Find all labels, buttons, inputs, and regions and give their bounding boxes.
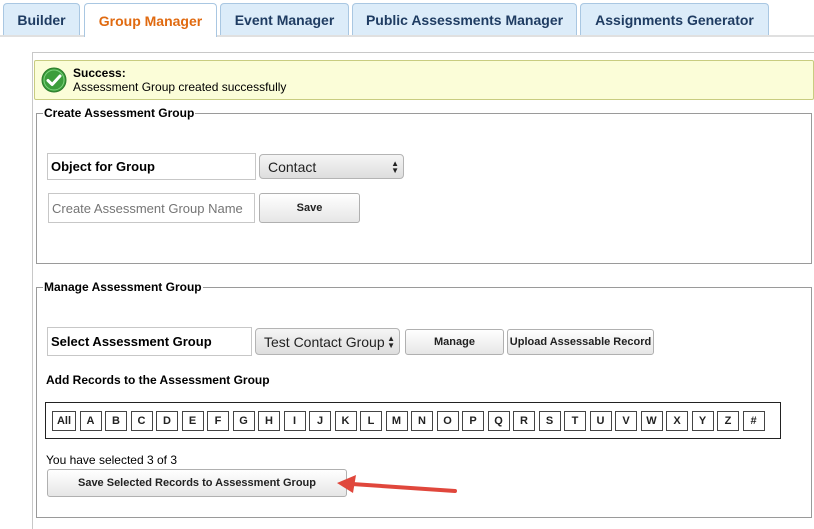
letter-filter-button[interactable]: R [513, 410, 535, 431]
object-select[interactable]: Contact ▲ ▼ [259, 154, 404, 179]
letter-filter-button[interactable]: I [283, 410, 306, 431]
manage-group-legend: Manage Assessment Group [44, 280, 202, 294]
letter-filter-button[interactable]: P [462, 410, 484, 431]
create-group-section: Create Assessment Group [36, 106, 812, 264]
letter-filter-button[interactable]: Q [487, 410, 510, 431]
letter-filter-button[interactable]: Y [691, 410, 714, 431]
tab-group-manager[interactable]: Group Manager [84, 3, 217, 37]
tab-assignments-generator[interactable]: Assignments Generator [580, 3, 769, 35]
letter-filter-button[interactable]: B [105, 410, 127, 431]
create-group-legend: Create Assessment Group [44, 106, 195, 120]
tab-public-assessments-manager[interactable]: Public Assessments Manager [352, 3, 577, 35]
letter-filter-button[interactable]: S [538, 410, 561, 431]
alphabet-filter: All A B C D E F G H I J K L M N O P Q R S T U V W X Y Z # [45, 402, 781, 439]
letter-filter-button[interactable]: W [640, 410, 663, 431]
letter-filter-button[interactable]: Z [717, 410, 739, 431]
letter-filter-button[interactable]: All [52, 410, 76, 431]
annotation-arrow-icon [337, 475, 457, 493]
object-for-group-label: Object for Group [47, 153, 256, 180]
letter-filter-button[interactable]: A [79, 410, 102, 431]
group-name-input[interactable] [48, 193, 255, 223]
letter-filter-button[interactable]: # [742, 410, 765, 431]
select-arrows-icon: ▲ ▼ [387, 333, 395, 350]
save-button[interactable]: Save [259, 193, 360, 223]
letter-filter-button[interactable]: U [589, 410, 612, 431]
letter-filter-button[interactable]: O [436, 410, 459, 431]
letter-filter-button[interactable]: T [564, 410, 586, 431]
success-message: Success: Assessment Group created succes… [34, 60, 814, 100]
letter-filter-button[interactable]: L [360, 410, 382, 431]
message-title: Success: [73, 66, 126, 80]
letter-filter-button[interactable]: G [232, 410, 255, 431]
letter-filter-button[interactable]: K [334, 410, 357, 431]
select-arrows-icon: ▲ ▼ [391, 158, 399, 175]
letter-filter-button[interactable]: C [130, 410, 153, 431]
tab-builder[interactable]: Builder [3, 3, 80, 35]
tab-event-manager[interactable]: Event Manager [220, 3, 349, 35]
letter-filter-button[interactable]: H [258, 410, 280, 431]
group-select-value: Test Contact Group [264, 333, 385, 350]
letter-filter-button[interactable]: E [181, 410, 204, 431]
letter-filter-button[interactable]: X [666, 410, 688, 431]
letter-filter-button[interactable]: N [411, 410, 433, 431]
check-circle-icon [41, 67, 67, 93]
group-select[interactable]: Test Contact Group ▲ ▼ [255, 328, 400, 355]
letter-filter-button[interactable]: F [207, 410, 229, 431]
selected-count-text: You have selected 3 of 3 [46, 453, 177, 467]
letter-filter-button[interactable]: M [385, 410, 408, 431]
upload-assessable-record-button[interactable]: Upload Assessable Record [507, 329, 654, 355]
letter-filter-button[interactable]: V [615, 410, 637, 431]
manage-button[interactable]: Manage [405, 329, 504, 355]
letter-filter-button[interactable]: J [309, 410, 331, 431]
save-selected-records-button[interactable]: Save Selected Records to Assessment Grou… [47, 469, 347, 497]
tab-bar: Builder Group Manager Event Manager Publ… [0, 0, 814, 37]
object-select-value: Contact [268, 158, 317, 175]
letter-filter-button[interactable]: D [156, 410, 178, 431]
add-records-title: Add Records to the Assessment Group [46, 373, 270, 387]
message-text: Assessment Group created successfully [73, 80, 287, 94]
select-group-label: Select Assessment Group [47, 327, 252, 356]
